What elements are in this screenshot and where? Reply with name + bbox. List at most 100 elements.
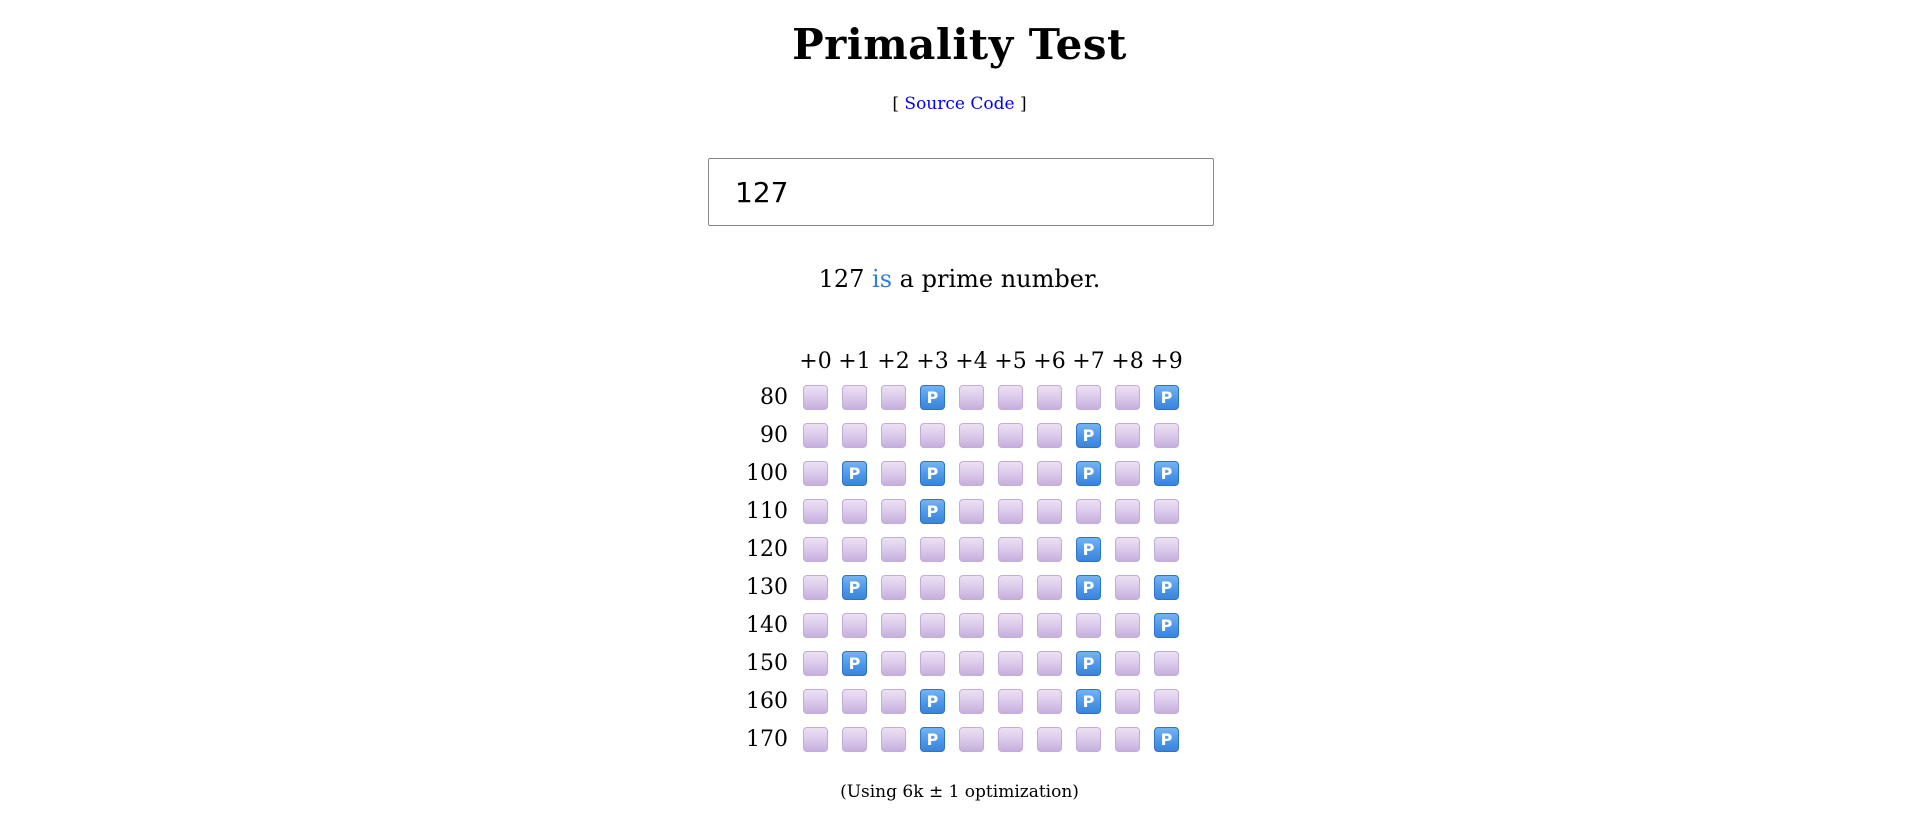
optimization-note: (Using 6k ± 1 optimization) bbox=[840, 782, 1079, 802]
composite-tile-icon bbox=[803, 536, 828, 562]
grid-cell bbox=[874, 530, 913, 568]
prime-tile-icon: P bbox=[1076, 688, 1101, 714]
prime-tile-icon: P bbox=[1076, 422, 1101, 448]
grid-cell bbox=[913, 530, 952, 568]
composite-tile-icon bbox=[920, 574, 945, 600]
column-header: +1 bbox=[838, 348, 871, 374]
row-label: 100 bbox=[746, 460, 788, 486]
grid-cell bbox=[1030, 720, 1069, 758]
grid-cell bbox=[835, 416, 874, 454]
grid-cell bbox=[1069, 378, 1108, 416]
grid-cell bbox=[991, 492, 1030, 530]
grid-cell bbox=[952, 644, 991, 682]
grid-cell bbox=[991, 682, 1030, 720]
grid-cell: P bbox=[1069, 644, 1108, 682]
composite-tile-icon bbox=[803, 384, 828, 410]
grid-cell bbox=[1030, 378, 1069, 416]
composite-tile-icon bbox=[842, 422, 867, 448]
composite-tile-icon bbox=[1037, 688, 1062, 714]
composite-tile-icon bbox=[881, 612, 906, 638]
grid-cell bbox=[874, 378, 913, 416]
prime-tile-icon: P bbox=[1154, 574, 1179, 600]
prime-tile-icon: P bbox=[1154, 726, 1179, 752]
grid-cell bbox=[1108, 416, 1147, 454]
row-label: 120 bbox=[746, 536, 788, 562]
grid-cell bbox=[835, 682, 874, 720]
composite-tile-icon bbox=[1037, 498, 1062, 524]
composite-tile-icon bbox=[842, 688, 867, 714]
result-rest: a prime number. bbox=[899, 265, 1101, 293]
source-code-link[interactable]: Source Code bbox=[904, 94, 1014, 114]
grid-cell: P bbox=[835, 644, 874, 682]
composite-tile-icon bbox=[959, 460, 984, 486]
composite-tile-icon bbox=[1154, 688, 1179, 714]
composite-tile-icon bbox=[1154, 422, 1179, 448]
grid-cell bbox=[952, 378, 991, 416]
grid-row: 100 P P P P bbox=[738, 454, 1186, 492]
grid-cell: P bbox=[1147, 606, 1186, 644]
composite-tile-icon bbox=[1154, 650, 1179, 676]
composite-tile-icon bbox=[803, 498, 828, 524]
grid-cell bbox=[796, 492, 835, 530]
composite-tile-icon bbox=[998, 650, 1023, 676]
grid-cell bbox=[1108, 492, 1147, 530]
grid-cell bbox=[874, 644, 913, 682]
composite-tile-icon bbox=[998, 422, 1023, 448]
composite-tile-icon bbox=[920, 536, 945, 562]
grid-row: 120 P bbox=[738, 530, 1186, 568]
grid-cell: P bbox=[1147, 568, 1186, 606]
composite-tile-icon bbox=[881, 384, 906, 410]
grid-cell bbox=[952, 720, 991, 758]
grid-cell bbox=[1030, 530, 1069, 568]
grid-row: 150 P P bbox=[738, 644, 1186, 682]
number-input[interactable] bbox=[708, 158, 1214, 226]
grid-cell bbox=[1108, 568, 1147, 606]
composite-tile-icon bbox=[1115, 536, 1140, 562]
composite-tile-icon bbox=[1115, 688, 1140, 714]
bracket-open: [ bbox=[892, 94, 900, 114]
grid-cell bbox=[1108, 378, 1147, 416]
grid-row: 160 P P bbox=[738, 682, 1186, 720]
prime-grid: +0 +1 +2 +3 +4 +5 +6 +7 +8 +9 80 P P 90 P 100 P P P P 110 P 12… bbox=[738, 344, 1186, 758]
grid-cell: P bbox=[913, 492, 952, 530]
composite-tile-icon bbox=[842, 384, 867, 410]
grid-row: 80 P P bbox=[738, 378, 1186, 416]
grid-row: 130 P P P bbox=[738, 568, 1186, 606]
grid-cell bbox=[835, 492, 874, 530]
row-label: 150 bbox=[746, 650, 788, 676]
grid-cell bbox=[952, 454, 991, 492]
composite-tile-icon bbox=[1115, 460, 1140, 486]
prime-tile-icon: P bbox=[920, 688, 945, 714]
composite-tile-icon bbox=[881, 422, 906, 448]
grid-cell bbox=[1069, 492, 1108, 530]
grid-cell bbox=[874, 682, 913, 720]
composite-tile-icon bbox=[1076, 384, 1101, 410]
composite-tile-icon bbox=[842, 612, 867, 638]
grid-cell bbox=[1108, 606, 1147, 644]
composite-tile-icon bbox=[803, 650, 828, 676]
prime-tile-icon: P bbox=[1154, 384, 1179, 410]
result-number: 127 bbox=[818, 265, 865, 293]
composite-tile-icon bbox=[1115, 726, 1140, 752]
grid-cell bbox=[913, 416, 952, 454]
composite-tile-icon bbox=[803, 574, 828, 600]
prime-tile-icon: P bbox=[1076, 574, 1101, 600]
grid-row: 110 P bbox=[738, 492, 1186, 530]
row-label: 130 bbox=[746, 574, 788, 600]
composite-tile-icon bbox=[1037, 574, 1062, 600]
grid-cell bbox=[991, 454, 1030, 492]
prime-tile-icon: P bbox=[920, 726, 945, 752]
composite-tile-icon bbox=[998, 460, 1023, 486]
page-title: Primality Test bbox=[792, 20, 1127, 69]
prime-tile-icon: P bbox=[1154, 612, 1179, 638]
grid-cell bbox=[952, 492, 991, 530]
grid-cell bbox=[913, 568, 952, 606]
grid-header-row: +0 +1 +2 +3 +4 +5 +6 +7 +8 +9 bbox=[738, 344, 1186, 378]
grid-cell bbox=[796, 530, 835, 568]
grid-cell: P bbox=[1069, 682, 1108, 720]
grid-cell bbox=[874, 492, 913, 530]
page: Primality Test [ Source Code ] 127 is a … bbox=[0, 0, 1919, 838]
grid-cell bbox=[796, 682, 835, 720]
grid-cell bbox=[991, 720, 1030, 758]
composite-tile-icon bbox=[881, 688, 906, 714]
